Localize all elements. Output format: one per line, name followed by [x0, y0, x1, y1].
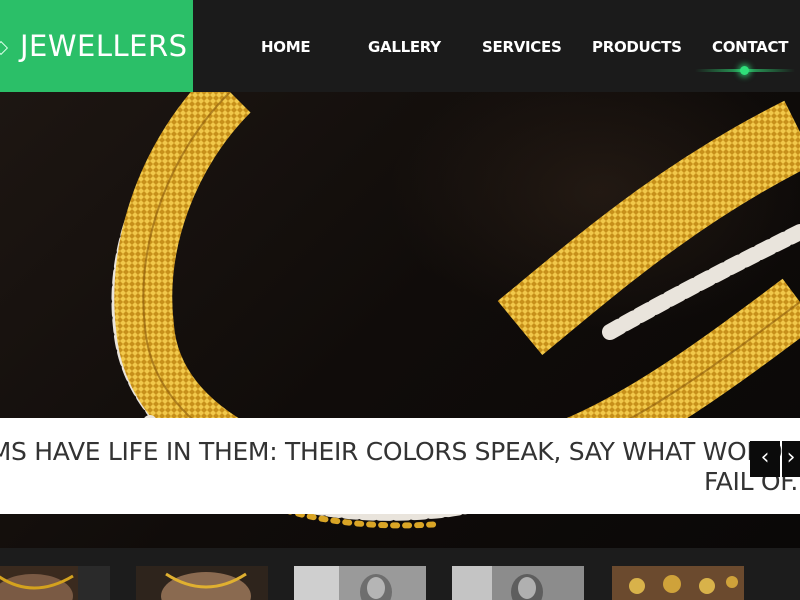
nav-services[interactable]: SERVICES: [482, 36, 562, 58]
thumb-jewellery-set[interactable]: [612, 566, 744, 600]
thumb-bride-portrait-2[interactable]: [452, 566, 584, 600]
thumb-bride-portrait-1[interactable]: [294, 566, 426, 600]
site-header: JEWELLERS HOME GALLERY SERVICES PRODUCTS…: [0, 0, 800, 92]
prev-slide-button[interactable]: ‹: [750, 441, 780, 477]
caption-line-1: ESE GEMS HAVE LIFE IN THEM: THEIR COLORS…: [0, 437, 798, 466]
next-slide-button[interactable]: ›: [782, 441, 800, 477]
thumb-necklace-model-1[interactable]: [0, 566, 110, 600]
nav-contact[interactable]: CONTACT: [712, 36, 788, 58]
brand-name: JEWELLERS: [20, 29, 188, 63]
nav-home[interactable]: HOME: [261, 36, 311, 58]
thumb-necklace-model-2[interactable]: [136, 566, 268, 600]
nav-products[interactable]: PRODUCTS: [592, 36, 682, 58]
hero-slider: ESE GEMS HAVE LIFE IN THEM: THEIR COLORS…: [0, 92, 800, 548]
nav-gallery[interactable]: GALLERY: [368, 36, 441, 58]
logo[interactable]: JEWELLERS: [0, 0, 193, 92]
active-nav-dot: [740, 66, 749, 75]
slide-caption: ESE GEMS HAVE LIFE IN THEM: THEIR COLORS…: [0, 418, 800, 514]
thumbnail-strip: [0, 548, 800, 600]
diamond-icon: [0, 40, 9, 56]
